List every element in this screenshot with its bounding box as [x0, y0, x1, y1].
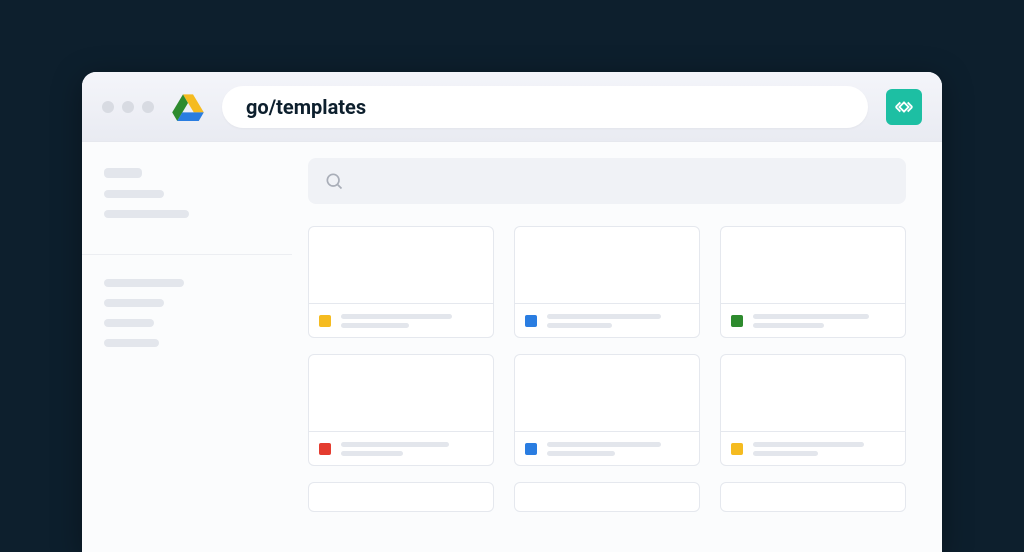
card-footer: [721, 431, 905, 465]
main-area: [292, 142, 942, 552]
app-window: go/templates: [82, 72, 942, 552]
card-preview: [309, 355, 493, 431]
template-card[interactable]: [720, 482, 906, 512]
maximize-dot[interactable]: [142, 101, 154, 113]
template-card[interactable]: [514, 354, 700, 466]
file-type-chip: [319, 443, 331, 455]
template-card[interactable]: [308, 354, 494, 466]
template-card[interactable]: [308, 226, 494, 338]
file-type-chip: [319, 315, 331, 327]
card-meta: [753, 314, 895, 328]
card-footer: [515, 431, 699, 465]
card-preview: [515, 227, 699, 303]
close-dot[interactable]: [102, 101, 114, 113]
card-meta: [753, 442, 895, 456]
search-icon: [324, 171, 344, 191]
template-card[interactable]: [720, 226, 906, 338]
link-icon: [893, 96, 915, 118]
card-footer: [309, 431, 493, 465]
card-meta: [341, 314, 483, 328]
file-type-chip: [525, 443, 537, 455]
card-preview: [721, 227, 905, 303]
file-type-chip: [525, 315, 537, 327]
card-preview: [515, 355, 699, 431]
sidebar-item[interactable]: [104, 190, 164, 198]
omnibox[interactable]: go/templates: [222, 86, 868, 128]
search-input[interactable]: [308, 158, 906, 204]
sidebar-item[interactable]: [104, 279, 184, 287]
card-preview: [309, 227, 493, 303]
template-card[interactable]: [514, 482, 700, 512]
card-meta: [547, 314, 689, 328]
template-card[interactable]: [514, 226, 700, 338]
template-grid: [308, 226, 906, 512]
sidebar-item[interactable]: [104, 168, 142, 178]
titlebar: go/templates: [82, 72, 942, 142]
sidebar-item[interactable]: [104, 319, 154, 327]
extension-badge[interactable]: [886, 89, 922, 125]
workspace: [82, 142, 942, 552]
window-controls: [102, 101, 154, 113]
file-type-chip: [731, 315, 743, 327]
sidebar-item[interactable]: [104, 299, 164, 307]
card-meta: [547, 442, 689, 456]
google-drive-icon: [172, 93, 204, 121]
sidebar-item[interactable]: [104, 210, 189, 218]
card-footer: [515, 303, 699, 337]
card-meta: [341, 442, 483, 456]
card-preview: [721, 355, 905, 431]
card-footer: [309, 303, 493, 337]
sidebar-separator: [82, 254, 292, 255]
card-footer: [721, 303, 905, 337]
minimize-dot[interactable]: [122, 101, 134, 113]
sidebar-item[interactable]: [104, 339, 159, 347]
omnibox-text: go/templates: [246, 95, 366, 119]
file-type-chip: [731, 443, 743, 455]
template-card[interactable]: [720, 354, 906, 466]
template-card[interactable]: [308, 482, 494, 512]
sidebar: [82, 142, 292, 552]
